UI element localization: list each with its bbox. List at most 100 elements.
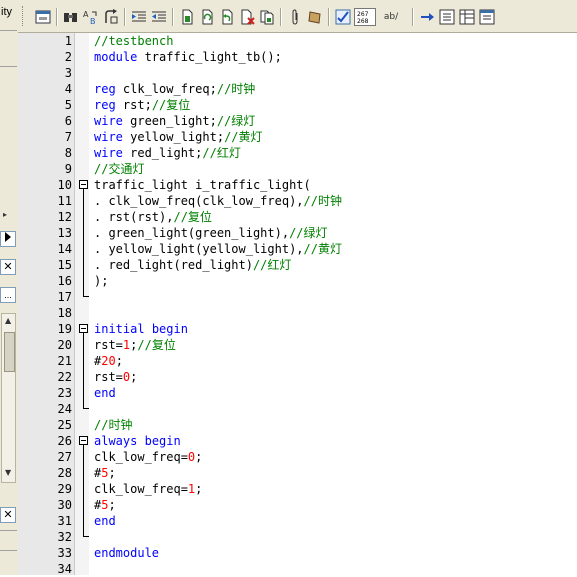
save-all-icon[interactable] [258, 8, 276, 26]
code-token: traffic_light_tb(); [137, 50, 282, 64]
code-line[interactable]: #5; [94, 465, 116, 481]
line-number: 4 [64, 82, 72, 96]
chevron-right-icon[interactable]: ▸ [3, 210, 7, 219]
divider [0, 30, 17, 31]
word-wrap-icon[interactable]: ab/ [380, 8, 402, 26]
code-line[interactable]: end [94, 385, 116, 401]
table-icon[interactable] [458, 8, 476, 26]
code-line[interactable]: ); [94, 273, 108, 289]
separator [280, 8, 282, 26]
keyword-token: reg [94, 98, 116, 112]
line-number: 7 [64, 130, 72, 144]
divider [0, 530, 17, 531]
code-token: . rst(rst), [94, 210, 174, 224]
undo-file-icon[interactable] [218, 8, 236, 26]
toolbar-grip[interactable] [22, 6, 25, 26]
code-line[interactable]: rst=1;//复位 [94, 337, 176, 353]
code-line[interactable]: endmodule [94, 545, 159, 561]
code-token: rst= [94, 370, 123, 384]
indent-icon[interactable] [130, 8, 148, 26]
code-line[interactable]: clk_low_freq=1; [94, 481, 202, 497]
comment-token: //绿灯 [289, 226, 328, 240]
keyword-token: wire [94, 146, 123, 160]
line-number: 16 [57, 274, 72, 288]
line-number: 26 [57, 434, 72, 448]
goto-icon[interactable] [102, 8, 120, 26]
comment-token: //时钟 [216, 82, 256, 96]
code-line[interactable]: . clk_low_freq(clk_low_freq),//时钟 [94, 193, 342, 209]
fold-end-marker [83, 408, 89, 409]
code-token: ; [195, 482, 203, 496]
code-token: green_light; [122, 114, 217, 128]
code-line[interactable]: #5; [94, 497, 116, 513]
code-editor[interactable]: 1 //testbench 2 module traffic_light_tb(); 3… [18, 33, 577, 576]
svg-text:B: B [90, 17, 96, 25]
code-line[interactable]: clk_low_freq=0; [94, 449, 202, 465]
replace-icon[interactable]: AB [82, 8, 100, 26]
scroll-up-icon[interactable]: ▲ [5, 316, 11, 325]
line-number: 29 [57, 482, 72, 496]
code-token: ; [195, 450, 203, 464]
scroll-thumb[interactable] [4, 332, 15, 372]
code-line[interactable]: end [94, 513, 116, 529]
code-line[interactable]: . green_light(green_light),//绿灯 [94, 225, 328, 241]
close-file-icon[interactable] [238, 8, 256, 26]
code-line[interactable]: wire yellow_light;//黄灯 [94, 129, 263, 145]
line-number: 5 [64, 98, 72, 112]
outdent-icon[interactable] [150, 8, 168, 26]
vertical-scrollbar[interactable]: ▲ ▼ [1, 313, 16, 483]
code-line[interactable]: . yellow_light(yellow_light),//黄灯 [94, 241, 342, 257]
line-number: 27 [57, 450, 72, 464]
line-number: 2 [64, 50, 72, 64]
more-button[interactable]: ... [0, 287, 16, 303]
expand-button[interactable] [0, 231, 16, 247]
refresh-icon[interactable] [198, 8, 216, 26]
close-panel-button[interactable]: ✕ [0, 259, 16, 275]
scroll-down-icon[interactable]: ▼ [5, 468, 11, 477]
code-token: red_light; [122, 146, 203, 160]
code-line[interactable]: wire green_light;//绿灯 [94, 113, 255, 129]
window-icon[interactable] [34, 8, 52, 26]
separator [56, 8, 58, 26]
save-icon[interactable] [178, 8, 196, 26]
hex-view-icon[interactable]: 267 268 [354, 8, 376, 26]
code-line[interactable]: rst=0; [94, 369, 137, 385]
code-line[interactable]: always begin [94, 433, 181, 449]
scroll-icon[interactable] [306, 8, 324, 26]
hex-label-bottom: 268 [357, 18, 369, 25]
code-line[interactable]: reg clk_low_freq;//时钟 [94, 81, 255, 97]
fold-toggle-icon[interactable] [79, 436, 88, 445]
code-line[interactable]: //交通灯 [94, 161, 144, 177]
code-line[interactable]: initial begin [94, 321, 188, 337]
line-number: 24 [57, 402, 72, 416]
code-line[interactable]: module traffic_light_tb(); [94, 49, 282, 65]
code-line[interactable]: //testbench [94, 33, 173, 49]
panel-title-fragment: ity [1, 6, 12, 18]
code-line[interactable]: #20; [94, 353, 123, 369]
close-panel-button[interactable]: ✕ [0, 507, 16, 523]
code-token: ; [130, 370, 138, 384]
fold-toggle-icon[interactable] [79, 180, 88, 189]
arrow-right-icon[interactable] [418, 8, 436, 26]
spellcheck-icon[interactable] [334, 8, 352, 26]
keyword-token: wire [94, 114, 123, 128]
code-line[interactable]: . red_light(red_light)//红灯 [94, 257, 291, 273]
code-line[interactable]: . rst(rst),//复位 [94, 209, 212, 225]
play-arrow-icon [5, 232, 11, 242]
fold-guide [83, 189, 84, 297]
paperclip-icon[interactable] [286, 8, 304, 26]
code-line[interactable]: //时钟 [94, 417, 132, 433]
line-number: 1 [64, 34, 72, 48]
code-line[interactable]: wire red_light;//红灯 [94, 145, 241, 161]
code-token: clk_low_freq; [115, 82, 217, 96]
code-line[interactable]: reg rst;//复位 [94, 97, 190, 113]
find-icon[interactable] [62, 8, 80, 26]
line-number: 8 [64, 146, 72, 160]
list-icon[interactable] [438, 8, 456, 26]
columns-icon[interactable] [478, 8, 496, 26]
fold-margin[interactable] [75, 33, 89, 575]
code-line[interactable]: traffic_light i_traffic_light( [94, 177, 311, 193]
comment-token: //绿灯 [216, 114, 256, 128]
fold-toggle-icon[interactable] [79, 324, 88, 333]
